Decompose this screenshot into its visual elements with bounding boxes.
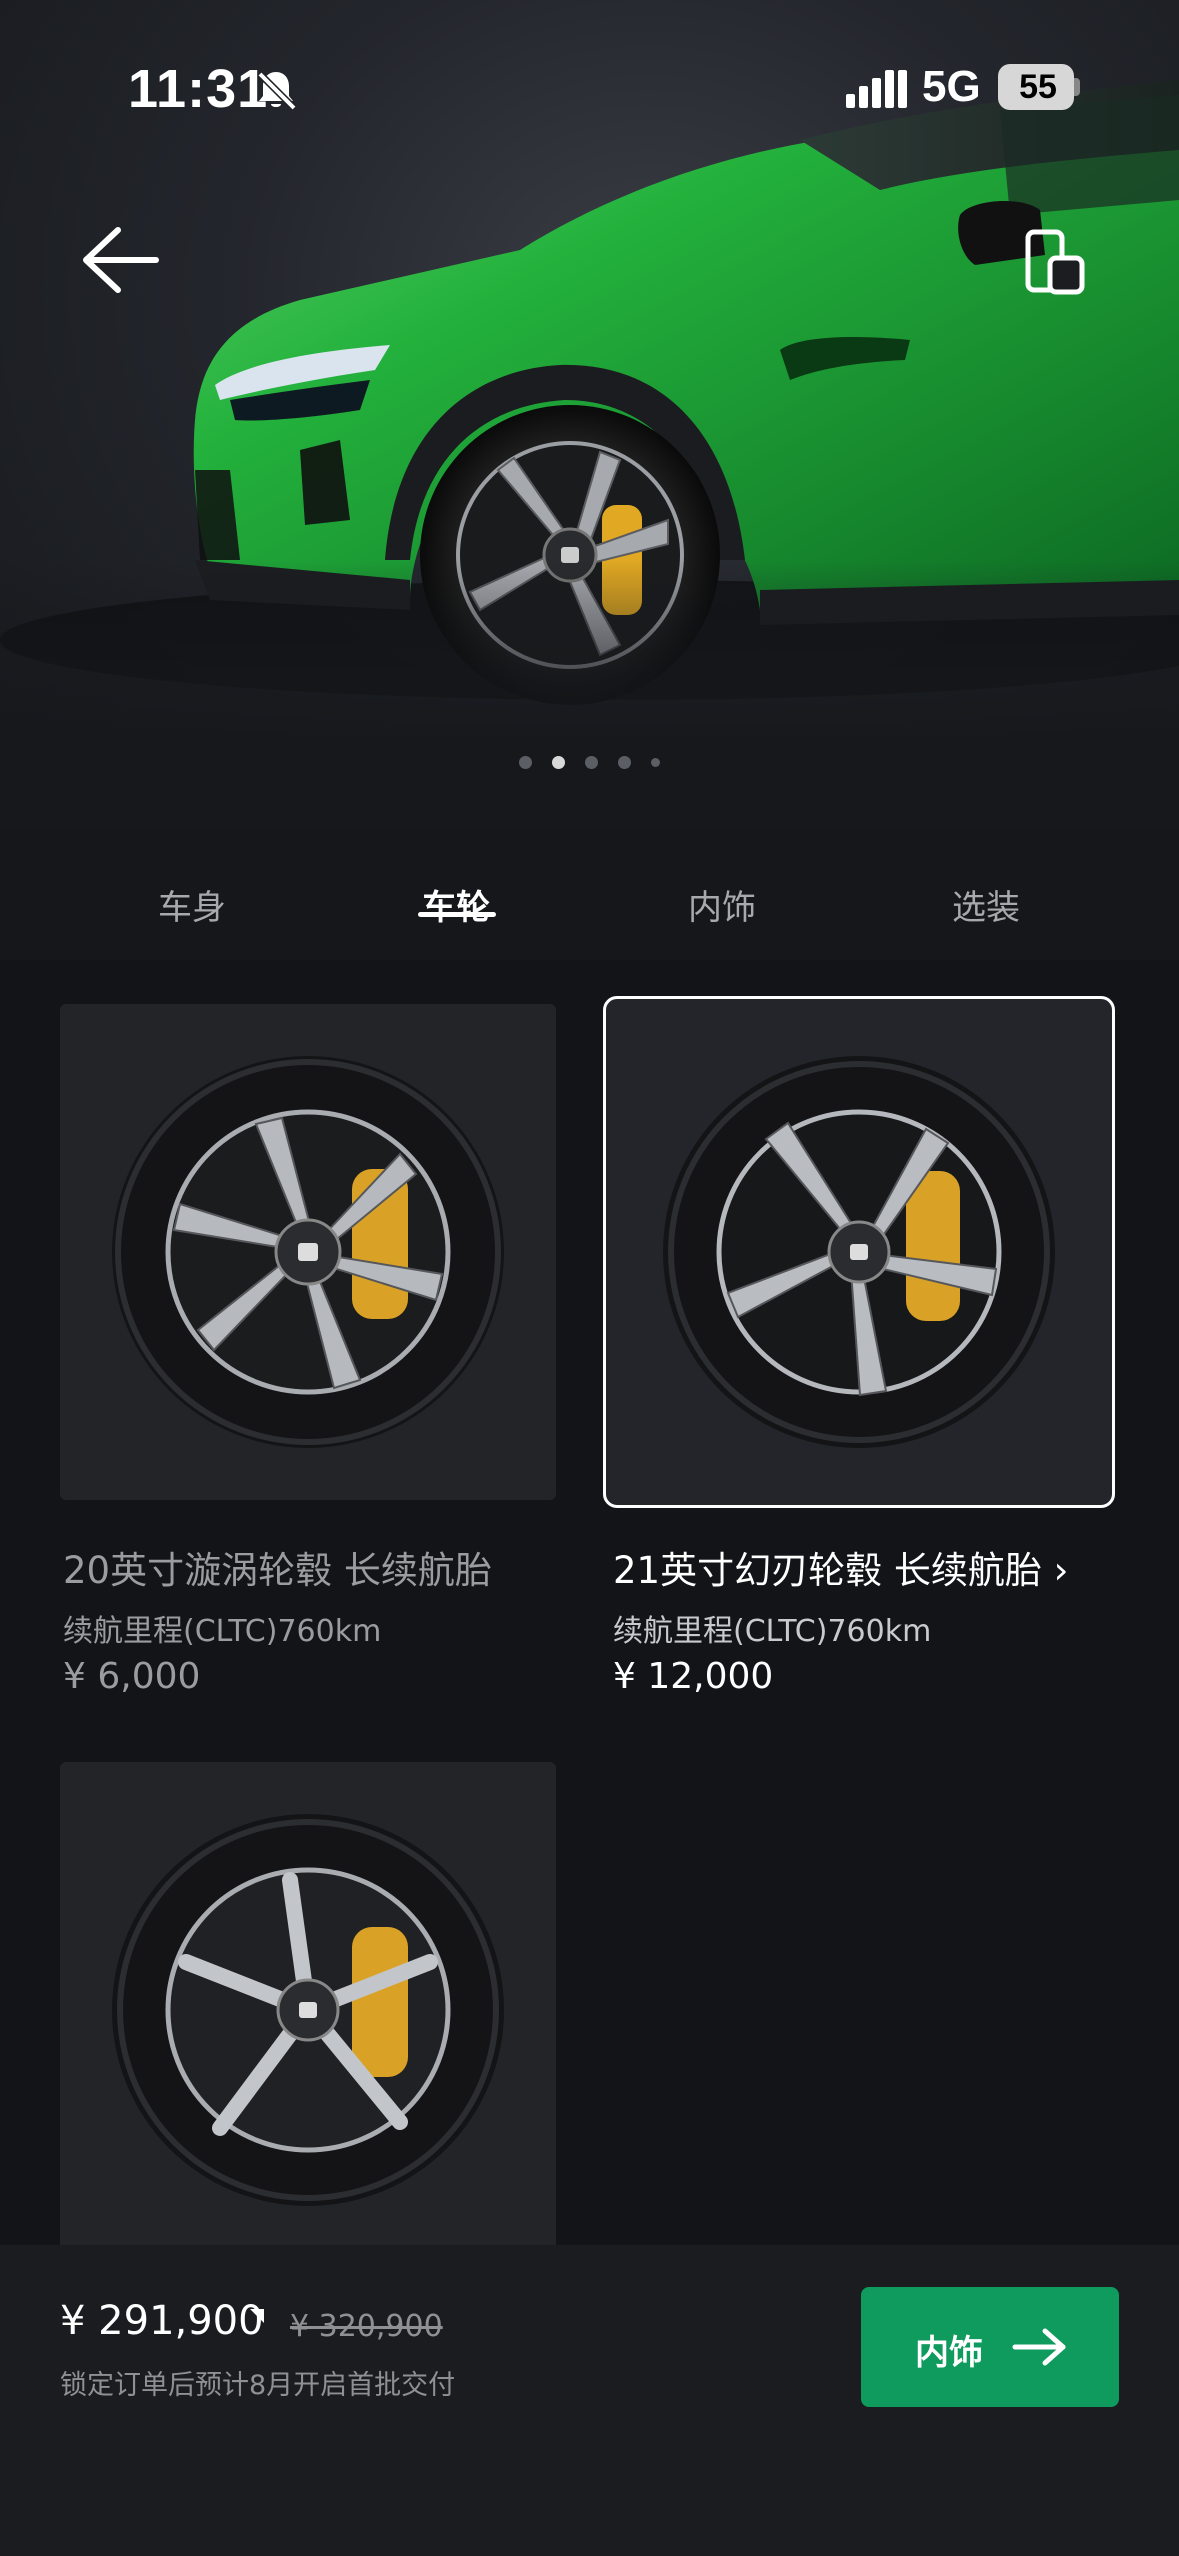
battery-icon: 55 xyxy=(998,64,1080,110)
signal-icon xyxy=(846,70,907,108)
wheel-option-title[interactable]: 20英寸漩涡轮毂 长续航胎 xyxy=(63,1540,492,1594)
price-detail-icon[interactable] xyxy=(248,2307,266,2325)
config-tabs: 车身 车轮 内饰 选装 xyxy=(0,830,1179,960)
tab-wheels[interactable]: 车轮 xyxy=(356,880,556,929)
network-type: 5G xyxy=(922,62,981,111)
original-price: ¥ 320,900 xyxy=(290,2309,443,2344)
wheel-option-range: 续航里程(CLTC)760km xyxy=(63,1614,382,1649)
active-tab-indicator xyxy=(418,912,496,917)
phone-device-icon[interactable] xyxy=(1020,228,1090,298)
swirl-wheel-image xyxy=(112,1056,504,1448)
pagination-dot[interactable] xyxy=(651,757,660,767)
tab-interior[interactable]: 内饰 xyxy=(622,880,822,929)
wheel-option-price: ¥ 12,000 xyxy=(613,1656,774,1697)
hero-floor-shadow xyxy=(0,560,1179,830)
wheel-option-range: 续航里程(CLTC)760km xyxy=(613,1614,932,1649)
next-step-button[interactable]: 内饰 xyxy=(861,2287,1119,2407)
next-step-label: 内饰 xyxy=(915,2333,983,2373)
blade-wheel-image xyxy=(663,1056,1055,1448)
wheel-option-title-selected[interactable]: 21英寸幻刃轮毂 长续航胎 › xyxy=(613,1540,1068,1594)
pagination-dot[interactable] xyxy=(585,755,598,769)
wheel-option-price: ¥ 6,000 xyxy=(63,1656,201,1697)
tab-body[interactable]: 车身 xyxy=(92,880,292,929)
status-time: 11:31 xyxy=(128,59,269,119)
gallery-pagination xyxy=(0,752,1179,772)
bell-muted-icon xyxy=(257,71,297,111)
arrow-right-icon xyxy=(1012,2328,1066,2366)
hero-gallery[interactable]: 11:31 5G 55 xyxy=(0,0,1179,830)
bottom-bar: ¥ 291,900 ¥ 320,900 锁定订单后预计8月开启首批交付 内饰 xyxy=(0,2245,1179,2556)
pagination-dot-active[interactable] xyxy=(552,755,565,769)
wheel-option-image[interactable] xyxy=(60,1762,556,2245)
total-price: ¥ 291,900 xyxy=(60,2298,264,2344)
pagination-dot[interactable] xyxy=(519,755,532,769)
sport-wheel-image xyxy=(112,1814,504,2206)
battery-level: 55 xyxy=(1019,68,1057,106)
wheel-option-image[interactable] xyxy=(60,1004,556,1500)
status-bar: 11:31 5G 55 xyxy=(0,0,1179,180)
tab-options[interactable]: 选装 xyxy=(886,880,1086,929)
wheel-option-image-selected[interactable] xyxy=(603,996,1115,1508)
pagination-dot[interactable] xyxy=(618,755,631,769)
back-arrow-icon[interactable] xyxy=(78,222,162,298)
delivery-note: 锁定订单后预计8月开启首批交付 xyxy=(60,2370,456,2401)
